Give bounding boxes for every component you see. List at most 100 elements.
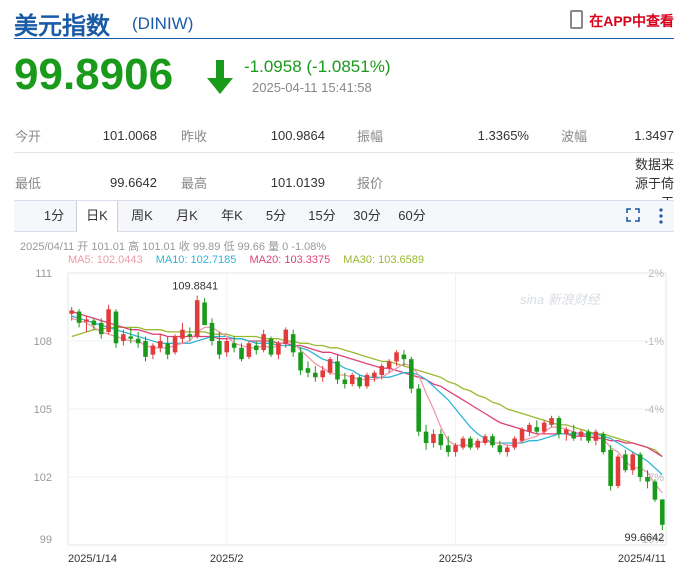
candle-body	[475, 440, 481, 448]
x-tick-label: 2025/1/14	[68, 553, 117, 565]
candle-body	[276, 343, 281, 355]
candle-body	[342, 379, 348, 385]
period-tabs: 1分 日K 周K 月K 年K 5分 15分 30分 60分	[14, 200, 674, 232]
stat-label: 今开	[14, 119, 66, 153]
candle-body	[172, 336, 178, 353]
stats-table: 今开 101.0068 昨收 100.9864 振幅 1.3365% 波幅 1.…	[14, 119, 674, 213]
candle-body	[246, 343, 252, 357]
candle-body	[615, 456, 621, 487]
candle-body	[217, 341, 222, 355]
y-tick-label: 105	[34, 404, 52, 416]
tab-15min[interactable]: 15分	[302, 201, 342, 231]
candle-body	[194, 300, 200, 337]
candle-body	[556, 418, 562, 434]
stat-value: 101.0068	[66, 119, 169, 153]
candle-body	[268, 338, 274, 355]
candle-body	[468, 438, 473, 448]
candle-body	[534, 427, 540, 432]
candle-body	[239, 347, 244, 360]
header-divider	[14, 38, 674, 39]
tab-30min[interactable]: 30分	[347, 201, 387, 231]
candle-body	[519, 429, 525, 441]
candle-body	[290, 334, 296, 353]
y-tick-pct-label: 2%	[648, 268, 664, 280]
y-tick-label: 111	[35, 268, 52, 280]
candle-body	[98, 322, 104, 335]
candle-info: 2025/04/11 开 101.01 高 101.01 收 99.89 低 9…	[20, 241, 327, 253]
candle-body	[423, 431, 429, 443]
more-options-icon[interactable]	[658, 207, 664, 225]
open-in-app-link[interactable]: 在APP中查看	[570, 10, 674, 31]
candle-body	[69, 310, 74, 314]
candle-body	[512, 438, 517, 448]
phone-icon	[570, 10, 584, 29]
candle-body	[645, 477, 650, 482]
candle-body	[497, 445, 503, 453]
candle-body	[231, 343, 237, 348]
candle-body	[652, 481, 658, 500]
tab-60min[interactable]: 60分	[392, 201, 432, 231]
candle-body	[416, 388, 421, 432]
candle-body	[113, 311, 119, 344]
candle-body	[564, 429, 569, 434]
candle-body	[209, 322, 215, 341]
candle-body	[180, 329, 185, 339]
candle-body	[571, 431, 577, 439]
candle-body	[150, 345, 156, 355]
y-tick-pct-label: -4%	[644, 404, 664, 416]
candle-body	[630, 454, 636, 471]
y-tick-label: 108	[34, 336, 52, 348]
candle-body	[76, 311, 82, 323]
tab-weekly[interactable]: 周K	[122, 201, 162, 231]
stat-value: 1.3497	[622, 119, 674, 153]
candle-body	[504, 447, 510, 453]
candle-body	[202, 302, 207, 326]
candle-body	[431, 433, 436, 443]
tab-monthly[interactable]: 月K	[167, 201, 207, 231]
candle-body	[224, 341, 230, 353]
low-annotation: 99.6642	[625, 532, 665, 544]
candle-body	[608, 449, 613, 487]
y-tick-label: 99	[40, 534, 52, 546]
candle-body	[490, 436, 495, 446]
candle-body	[313, 372, 318, 378]
candle-body	[379, 365, 385, 375]
stat-value: 1.3365%	[418, 119, 541, 153]
y-tick-label: 102	[34, 472, 52, 484]
kline-chart[interactable]: 111 2%108 -1%105 -4%102 -7%99 -10%2025/1/14 20…	[0, 262, 682, 569]
candle-body	[84, 319, 89, 322]
stat-value: 100.9864	[234, 119, 337, 153]
candle-body	[143, 341, 148, 357]
tab-daily[interactable]: 日K	[76, 201, 118, 232]
tab-yearly[interactable]: 年K	[212, 201, 252, 231]
candle-body	[578, 431, 584, 437]
tab-1min[interactable]: 1分	[34, 201, 74, 231]
fullscreen-icon[interactable]	[626, 208, 640, 222]
arrow-down-icon	[207, 60, 233, 94]
candle-body	[623, 454, 628, 471]
candle-body	[527, 424, 532, 432]
candle-body	[128, 336, 134, 339]
stats-row: 今开 101.0068 昨收 100.9864 振幅 1.3365% 波幅 1.…	[14, 119, 674, 153]
candle-body	[298, 352, 303, 371]
candle-body	[438, 433, 444, 446]
candle-body	[386, 361, 392, 369]
high-annotation: 109.8841	[172, 281, 218, 293]
candle-body	[364, 375, 370, 387]
candle-body	[91, 320, 97, 326]
candle-body	[445, 445, 451, 453]
candle-body	[335, 361, 340, 380]
candle-body	[261, 334, 266, 351]
stat-label: 昨收	[169, 119, 234, 153]
candle-body	[187, 334, 193, 337]
candle-body	[283, 329, 289, 344]
candle-body	[165, 343, 170, 355]
current-price: 99.8906	[14, 50, 174, 99]
candle-body	[660, 499, 665, 525]
candle-body	[135, 338, 141, 344]
tab-5min[interactable]: 5分	[256, 201, 296, 231]
candle-body	[121, 334, 126, 341]
candle-body	[637, 454, 643, 477]
page-header: 美元指数 (DINIW) 在APP中查看	[14, 4, 674, 40]
candle-body	[327, 359, 333, 373]
